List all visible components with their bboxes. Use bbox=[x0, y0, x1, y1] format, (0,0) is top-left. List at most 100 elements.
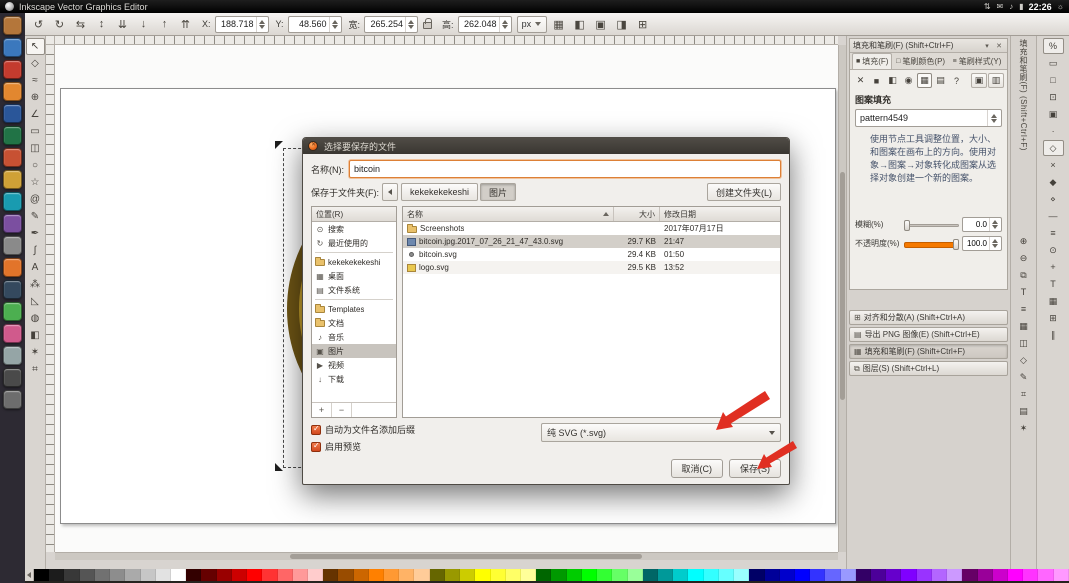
place-home[interactable]: kekekekekeshi bbox=[312, 255, 396, 269]
color-swatch[interactable] bbox=[597, 569, 612, 581]
snap-cusp-node-button[interactable]: ⋄ bbox=[1043, 191, 1064, 207]
opacity-slider[interactable] bbox=[904, 238, 959, 250]
color-swatch[interactable] bbox=[658, 569, 673, 581]
spin-up-icon[interactable] bbox=[408, 20, 415, 24]
guides-button[interactable]: ◫ bbox=[1014, 335, 1034, 351]
save-button[interactable]: 保存(S) bbox=[729, 459, 781, 478]
linear-gradient-button[interactable]: ◧ bbox=[885, 73, 900, 88]
enable-preview-checkbox[interactable]: 启用预览 bbox=[311, 440, 415, 453]
color-swatch[interactable] bbox=[141, 569, 156, 581]
color-swatch[interactable] bbox=[993, 569, 1008, 581]
spin-down-icon[interactable] bbox=[332, 25, 339, 29]
color-swatch[interactable] bbox=[308, 569, 323, 581]
fill-rule-evenodd-button[interactable]: ▣ bbox=[971, 73, 987, 88]
libreoffice-impress-app-icon[interactable] bbox=[3, 148, 22, 167]
image-viewer-app-icon[interactable] bbox=[3, 324, 22, 343]
color-swatch[interactable] bbox=[1023, 569, 1038, 581]
raise-button[interactable]: ↑ bbox=[155, 15, 174, 34]
spin-down-icon[interactable] bbox=[259, 25, 266, 29]
place-filesystem[interactable]: ▤文件系统 bbox=[312, 283, 396, 297]
breadcrumb-item[interactable]: 图片 bbox=[480, 183, 516, 201]
lock-aspect-icon[interactable] bbox=[423, 22, 432, 29]
color-swatch[interactable] bbox=[1038, 569, 1053, 581]
terminal-app-icon[interactable] bbox=[3, 280, 22, 299]
battery-icon[interactable]: ▮ bbox=[1019, 3, 1023, 11]
color-swatch[interactable] bbox=[445, 569, 460, 581]
affect-corners-button[interactable]: ▣ bbox=[591, 15, 610, 34]
system-settings-app-icon[interactable] bbox=[3, 192, 22, 211]
calligraphy-tool[interactable]: ∫ bbox=[26, 242, 45, 259]
libreoffice-calc-app-icon[interactable] bbox=[3, 126, 22, 145]
amazon-app-icon[interactable] bbox=[3, 82, 22, 101]
software-center-app-icon[interactable] bbox=[3, 60, 22, 79]
snap-grid-button[interactable]: ⊞ bbox=[1043, 310, 1064, 326]
selection-handle-icon[interactable] bbox=[275, 463, 283, 471]
snap-smooth-node-button[interactable]: — bbox=[1043, 208, 1064, 224]
rectangle-tool[interactable]: ▭ bbox=[26, 123, 45, 140]
snap-bbox-midpoints-button[interactable]: ▣ bbox=[1043, 106, 1064, 122]
y-spinbox[interactable]: 48.560 bbox=[288, 16, 342, 33]
ellipse-tool[interactable]: ○ bbox=[26, 157, 45, 174]
snap-guide-button[interactable]: ∥ bbox=[1043, 327, 1064, 343]
color-swatch[interactable] bbox=[962, 569, 977, 581]
no-paint-button[interactable]: ✕ bbox=[853, 73, 868, 88]
rotate-cw-button[interactable]: ↻ bbox=[50, 15, 69, 34]
affect-move-patterns-button[interactable]: ▦ bbox=[549, 15, 568, 34]
color-swatch[interactable] bbox=[901, 569, 916, 581]
color-swatch[interactable] bbox=[430, 569, 445, 581]
panel-header[interactable]: 填充和笔刷(F) (Shift+Ctrl+F) bbox=[850, 39, 1007, 53]
color-swatch[interactable] bbox=[688, 569, 703, 581]
zoom-page-button[interactable]: ⊖ bbox=[1014, 250, 1034, 266]
snap-bbox-edges-button[interactable]: □ bbox=[1043, 72, 1064, 88]
fill-rule-nonzero-button[interactable]: ▥ bbox=[988, 73, 1004, 88]
color-swatch[interactable] bbox=[369, 569, 384, 581]
blur-spinbox[interactable]: 0.0 bbox=[962, 217, 1002, 232]
color-swatch[interactable] bbox=[810, 569, 825, 581]
dialog-titlebar[interactable]: 选择要保存的文件 bbox=[303, 138, 789, 154]
pattern-select[interactable]: pattern4549 bbox=[855, 109, 1002, 127]
color-swatch[interactable] bbox=[414, 569, 429, 581]
color-swatch[interactable] bbox=[886, 569, 901, 581]
color-swatch[interactable] bbox=[354, 569, 369, 581]
color-swatch[interactable] bbox=[399, 569, 414, 581]
pencil-tool[interactable]: ✎ bbox=[26, 208, 45, 225]
color-swatch[interactable] bbox=[628, 569, 643, 581]
color-swatch[interactable] bbox=[780, 569, 795, 581]
spin-down-icon[interactable] bbox=[502, 25, 509, 29]
affect-patterns-button[interactable]: ⊞ bbox=[633, 15, 652, 34]
star-tool[interactable]: ☆ bbox=[26, 174, 45, 191]
place-downloads[interactable]: ↓下载 bbox=[312, 372, 396, 386]
rotate-ccw-button[interactable]: ↺ bbox=[29, 15, 48, 34]
column-header-size[interactable]: 大小 bbox=[614, 207, 660, 221]
horizontal-scrollbar[interactable] bbox=[55, 552, 838, 560]
color-swatch[interactable] bbox=[262, 569, 277, 581]
spin-up-icon[interactable] bbox=[259, 20, 266, 24]
color-swatch[interactable] bbox=[978, 569, 993, 581]
export-png-bar[interactable]: ▤导出 PNG 图像(E) (Shift+Ctrl+E) bbox=[849, 327, 1008, 342]
zoom-tool[interactable]: ⊕ bbox=[26, 89, 45, 106]
spin-up-icon[interactable] bbox=[992, 239, 999, 243]
files-app-icon[interactable] bbox=[3, 16, 22, 35]
spin-up-icon[interactable] bbox=[992, 220, 999, 224]
color-swatch[interactable] bbox=[719, 569, 734, 581]
horizontal-ruler[interactable] bbox=[55, 36, 838, 45]
affect-scale-stroke-button[interactable]: ◧ bbox=[570, 15, 589, 34]
opacity-spinbox[interactable]: 100.0 bbox=[962, 236, 1002, 251]
color-swatch[interactable] bbox=[49, 569, 64, 581]
breadcrumb-scroll-left-button[interactable] bbox=[382, 183, 398, 201]
file-row[interactable]: bitcoin.svg29.4 KB01:50 bbox=[403, 248, 780, 261]
spin-up-icon[interactable] bbox=[502, 20, 509, 24]
column-header-date[interactable]: 修改日期 bbox=[660, 207, 780, 221]
unit-select[interactable]: px bbox=[517, 16, 548, 33]
dropper-tool[interactable]: ✶ bbox=[26, 344, 45, 361]
text-editor-app-icon[interactable] bbox=[3, 214, 22, 233]
place-desktop[interactable]: ▦桌面 bbox=[312, 269, 396, 283]
create-folder-button[interactable]: 创建文件夹(L) bbox=[707, 183, 781, 201]
color-swatch[interactable] bbox=[795, 569, 810, 581]
duplicate-button[interactable]: ⧉ bbox=[1014, 267, 1034, 283]
vertical-ruler[interactable] bbox=[46, 45, 55, 552]
blur-slider-handle[interactable] bbox=[904, 220, 910, 231]
session-menu-icon[interactable]: ☼ bbox=[1057, 3, 1064, 11]
snap-object-center-button[interactable]: ⊙ bbox=[1043, 242, 1064, 258]
color-swatch[interactable] bbox=[551, 569, 566, 581]
